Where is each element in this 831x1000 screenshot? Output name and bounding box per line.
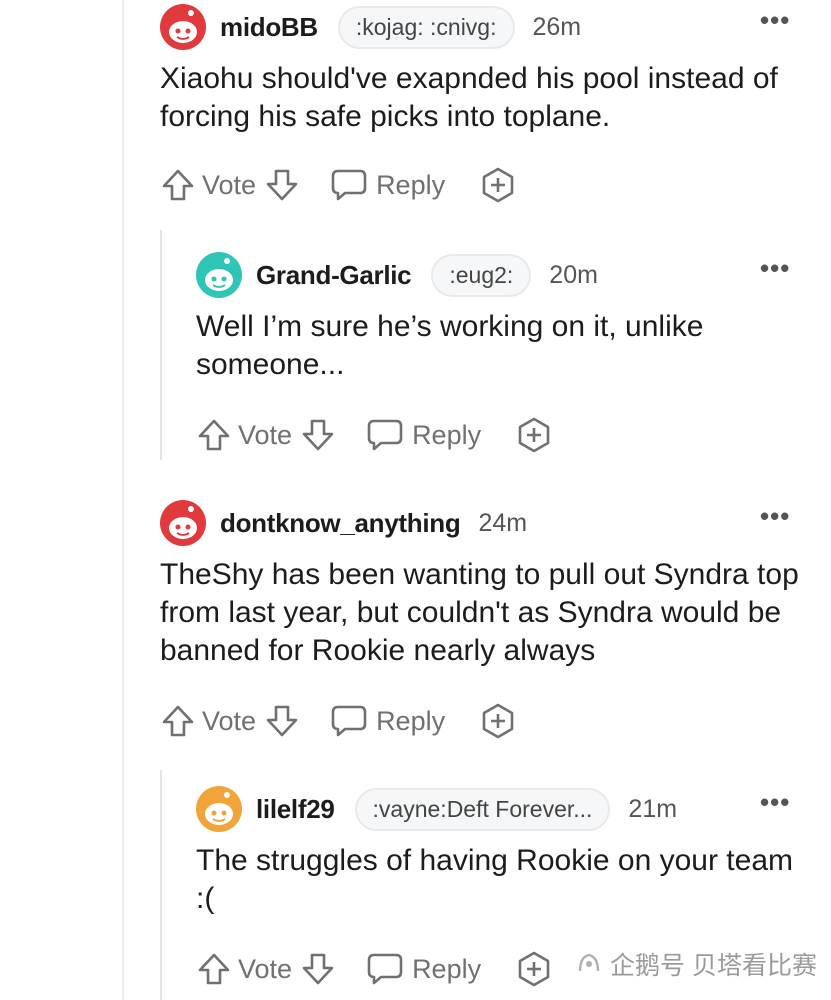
user-flair: :kojag: :cnivg: <box>337 5 515 49</box>
comment: lilelf29 :vayne:Deft Forever... 21m ••• … <box>196 784 796 918</box>
user-flair: :vayne:Deft Forever... <box>354 787 611 831</box>
timestamp: 20m <box>549 260 598 289</box>
comment-header: Grand-Garlic :eug2: 20m ••• <box>196 250 796 300</box>
reply-label: Reply <box>412 953 482 984</box>
username[interactable]: midoBB <box>220 12 318 43</box>
timestamp: 21m <box>628 794 678 823</box>
reply-button[interactable]: Reply <box>366 417 481 453</box>
upvote-arrow-icon[interactable] <box>196 417 232 453</box>
award-plus-icon[interactable] <box>515 950 553 988</box>
vote-label: Vote <box>238 953 293 984</box>
watermark-text: 企鹅号 贝塔看比赛 <box>610 952 817 980</box>
reply-label: Reply <box>412 419 482 450</box>
award-plus-icon[interactable] <box>479 702 517 740</box>
vote-label: Vote <box>202 705 257 736</box>
downvote-arrow-icon[interactable] <box>300 417 336 453</box>
reply-bubble-icon <box>331 705 367 737</box>
username[interactable]: lilelf29 <box>256 794 335 825</box>
snoo-avatar-icon[interactable] <box>160 4 206 50</box>
vote-label: Vote <box>202 169 257 200</box>
reply-button[interactable]: Reply <box>366 951 481 987</box>
comment-header: dontknow_anything 24m ••• <box>160 498 820 548</box>
thread-line <box>122 0 124 1000</box>
comment: Grand-Garlic :eug2: 20m ••• Well I’m sur… <box>196 250 796 384</box>
downvote-arrow-icon[interactable] <box>264 167 300 203</box>
reply-bubble-icon <box>367 419 403 451</box>
snoo-avatar-icon[interactable] <box>160 500 206 546</box>
reply-thread-line <box>160 230 162 460</box>
upvote-arrow-icon[interactable] <box>160 703 196 739</box>
more-dots-icon[interactable]: ••• <box>760 255 790 281</box>
comment-body: Xiaohu should've exapnded his pool inste… <box>160 62 778 133</box>
reply-bubble-icon <box>367 953 403 985</box>
reply-label: Reply <box>376 705 446 736</box>
comment-header: lilelf29 :vayne:Deft Forever... 21m ••• <box>196 784 796 834</box>
comment-actions: Vote Reply <box>160 166 517 204</box>
comment-body: TheShy has been wanting to pull out Synd… <box>160 558 799 667</box>
comment-body: The struggles of having Rookie on your t… <box>196 844 793 915</box>
timestamp: 26m <box>532 12 582 41</box>
comment-header: midoBB :kojag: :cnivg: 26m ••• <box>160 2 820 52</box>
vote-label: Vote <box>238 419 293 450</box>
more-dots-icon[interactable]: ••• <box>760 789 790 815</box>
user-flair: :eug2: <box>431 253 532 297</box>
comment-actions: Vote Reply <box>196 416 553 454</box>
username[interactable]: dontknow_anything <box>220 508 461 539</box>
comment: dontknow_anything 24m ••• TheShy has bee… <box>160 498 820 670</box>
comment: midoBB :kojag: :cnivg: 26m ••• Xiaohu sh… <box>160 2 820 136</box>
snoo-avatar-icon[interactable] <box>196 252 242 298</box>
snoo-avatar-icon[interactable] <box>196 786 242 832</box>
downvote-arrow-icon[interactable] <box>264 703 300 739</box>
upvote-arrow-icon[interactable] <box>196 951 232 987</box>
reply-thread-line <box>160 770 162 1000</box>
upvote-arrow-icon[interactable] <box>160 167 196 203</box>
reply-button[interactable]: Reply <box>330 167 445 203</box>
more-dots-icon[interactable]: ••• <box>760 503 790 529</box>
more-dots-icon[interactable]: ••• <box>760 7 790 33</box>
watermark-logo-icon <box>578 953 600 972</box>
watermark: 企鹅号 贝塔看比赛 <box>576 946 817 982</box>
username[interactable]: Grand-Garlic <box>256 260 412 291</box>
reply-label: Reply <box>376 169 446 200</box>
comment-actions: Vote Reply <box>160 702 517 740</box>
comment-body: Well I’m sure he’s working on it, unlike… <box>196 310 704 381</box>
reply-button[interactable]: Reply <box>330 703 445 739</box>
reply-bubble-icon <box>331 169 367 201</box>
comment-actions: Vote Reply <box>196 950 553 988</box>
award-plus-icon[interactable] <box>515 416 553 454</box>
timestamp: 24m <box>478 508 528 537</box>
downvote-arrow-icon[interactable] <box>300 951 336 987</box>
award-plus-icon[interactable] <box>479 166 517 204</box>
